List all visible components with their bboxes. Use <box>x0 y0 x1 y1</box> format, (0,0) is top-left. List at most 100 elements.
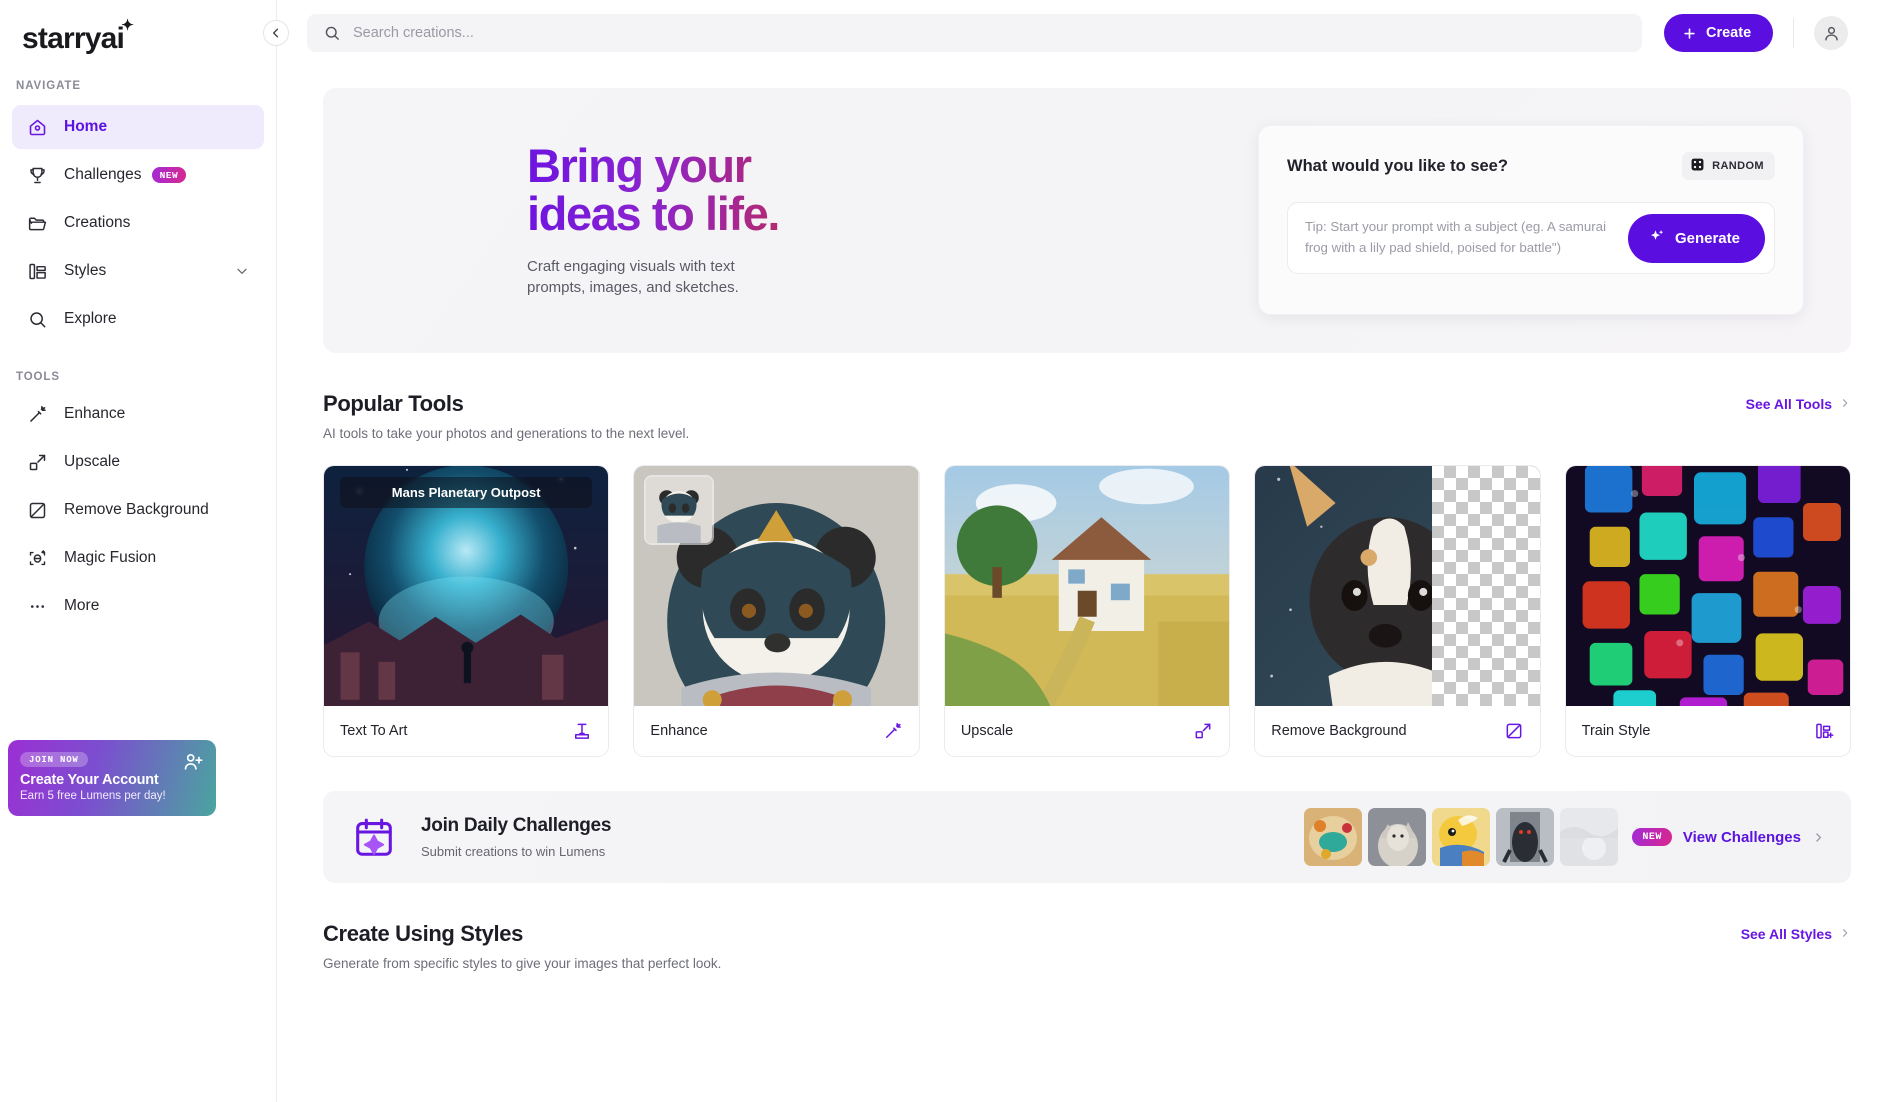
magic-wand-icon <box>883 721 903 741</box>
tool-card-text-to-art[interactable]: Mans Planetary Outpost Text To Art <box>323 465 610 757</box>
train-style-icon <box>1814 721 1834 741</box>
sidebar: starryai ✦ NAVIGATE Home Challenges NEW … <box>0 0 277 1102</box>
prompt-card: What would you like to see? RANDOM Tip: … <box>1258 125 1804 315</box>
tool-card-footer: Enhance <box>634 706 919 756</box>
tool-card-label: Remove Background <box>1271 723 1407 739</box>
search-icon <box>323 24 341 42</box>
home-icon <box>26 116 48 138</box>
challenge-thumbnail[interactable] <box>1368 808 1427 866</box>
chevron-down-icon[interactable] <box>234 263 250 279</box>
sidebar-item-label: Styles <box>64 262 107 279</box>
thumbnail-art-cottage <box>944 466 1230 706</box>
prompt-card-header: What would you like to see? RANDOM <box>1287 152 1775 180</box>
thumbnail-art-neon-cubes <box>1565 466 1851 706</box>
calendar-sparkle-icon <box>351 814 397 860</box>
generate-button[interactable]: Generate <box>1627 213 1765 263</box>
banner-subtitle: Submit creations to win Lumens <box>421 844 606 859</box>
sidebar-item-remove-background[interactable]: Remove Background <box>12 488 264 532</box>
sidebar-item-explore[interactable]: Explore <box>12 297 264 341</box>
dice-icon-svg <box>1691 158 1704 171</box>
see-all-tools-link[interactable]: See All Tools <box>1746 396 1851 412</box>
app-logo[interactable]: starryai ✦ <box>0 0 276 80</box>
search-bar[interactable] <box>307 14 1642 52</box>
challenge-thumbnail[interactable] <box>1304 808 1363 866</box>
tool-card-train-style[interactable]: Train Style <box>1564 465 1852 757</box>
sidebar-item-enhance[interactable]: Enhance <box>12 392 264 436</box>
avatar[interactable] <box>1814 16 1849 50</box>
tool-card-footer: Train Style <box>1565 706 1851 756</box>
tool-card-remove-background[interactable]: Remove Background <box>1254 465 1541 757</box>
sidebar-item-creations[interactable]: Creations <box>12 201 264 245</box>
user-icon <box>1824 26 1838 41</box>
tool-thumbnail <box>944 466 1230 706</box>
page-title: Bring your ideas to life. <box>527 139 780 241</box>
upscale-arrow-icon <box>26 451 48 473</box>
plus-icon <box>1684 27 1695 39</box>
main-area: Create Bring your ideas to life. Craft e… <box>277 0 1897 1102</box>
create-account-promo-card[interactable]: JOIN NOW Create Your Account Earn 5 free… <box>8 740 216 816</box>
tool-card-label: Text To Art <box>340 723 408 739</box>
chevron-right-icon <box>1839 926 1851 942</box>
sidebar-item-label: Challenges <box>64 166 142 183</box>
status-badge-new: NEW <box>151 166 187 184</box>
sidebar-item-more[interactable]: More <box>12 584 264 628</box>
create-button[interactable]: Create <box>1664 14 1774 52</box>
status-badge-new: NEW <box>1632 828 1672 846</box>
view-challenges-label: View Challenges <box>1682 828 1801 846</box>
sidebar-item-challenges[interactable]: Challenges NEW <box>12 153 264 197</box>
prompt-question: What would you like to see? <box>1287 156 1508 175</box>
styles-icon <box>26 260 48 282</box>
sidebar-item-label: More <box>64 597 100 614</box>
sidebar-item-upscale[interactable]: Upscale <box>12 440 264 484</box>
sparkle-icon: ✦ <box>121 17 134 34</box>
nav-list-navigate: Home Challenges NEW Creations Styles Exp… <box>0 105 276 341</box>
sparkle-icon <box>1648 227 1666 249</box>
generate-button-label: Generate <box>1674 229 1740 247</box>
tool-thumbnail <box>1255 466 1540 706</box>
sidebar-item-label: Explore <box>64 310 117 327</box>
challenge-thumbnails <box>1304 808 1619 866</box>
tool-card-list: Mans Planetary Outpost Text To Art Enhan… <box>323 465 1852 757</box>
chevron-right-icon <box>1839 396 1851 412</box>
sidebar-item-magic-fusion[interactable]: Magic Fusion <box>12 536 264 580</box>
sidebar-collapse-button[interactable] <box>263 20 289 46</box>
hero-banner: Bring your ideas to life. Craft engaging… <box>323 88 1851 353</box>
ellipsis-icon <box>26 595 48 617</box>
inset-thumbnail <box>644 475 715 545</box>
upscale-arrow-icon <box>1193 721 1213 741</box>
challenge-thumbnail[interactable] <box>1560 808 1619 866</box>
tool-card-label: Train Style <box>1581 723 1651 739</box>
remove-background-icon <box>26 499 48 521</box>
divider <box>1793 18 1795 48</box>
tool-card-footer: Upscale <box>944 706 1230 756</box>
create-button-label: Create <box>1706 25 1752 41</box>
nav-list-tools: Enhance Upscale Remove Background Magic … <box>0 392 276 628</box>
view-challenges-link[interactable]: NEW View Challenges <box>1632 828 1825 846</box>
tool-thumbnail <box>1565 466 1851 706</box>
prompt-input[interactable]: Tip: Start your prompt with a subject (e… <box>1305 217 1628 258</box>
tool-card-enhance[interactable]: Enhance <box>633 465 920 757</box>
search-input[interactable] <box>353 25 1626 41</box>
nav-section-label-navigate: NAVIGATE <box>16 80 81 92</box>
challenge-thumbnail[interactable] <box>1432 808 1491 866</box>
text-to-art-icon <box>572 721 592 741</box>
popular-tools-header: Popular Tools AI tools to take your phot… <box>323 353 1851 441</box>
prompt-input-row[interactable]: Tip: Start your prompt with a subject (e… <box>1287 202 1775 274</box>
sidebar-item-label: Home <box>64 118 108 135</box>
sidebar-item-home[interactable]: Home <box>12 105 264 149</box>
banner-text-block: Join Daily Challenges Submit creations t… <box>421 815 1304 859</box>
tool-card-footer: Text To Art <box>324 706 609 756</box>
promo-title: Create Your Account <box>20 772 159 788</box>
random-button[interactable]: RANDOM <box>1682 152 1775 180</box>
see-all-styles-link[interactable]: See All Styles <box>1741 926 1851 942</box>
page-content: Bring your ideas to life. Craft engaging… <box>277 66 1897 1102</box>
remove-background-icon <box>1504 721 1524 741</box>
tool-card-upscale[interactable]: Upscale <box>943 465 1231 757</box>
thumbnail-overlay-title: Mans Planetary Outpost <box>340 477 593 508</box>
tool-thumbnail: Mans Planetary Outpost <box>324 466 609 706</box>
trophy-icon <box>26 164 48 186</box>
challenge-thumbnail[interactable] <box>1496 808 1555 866</box>
daily-challenges-banner[interactable]: Join Daily Challenges Submit creations t… <box>323 791 1851 883</box>
chevron-right-icon <box>1812 831 1825 844</box>
sidebar-item-styles[interactable]: Styles <box>12 249 264 293</box>
